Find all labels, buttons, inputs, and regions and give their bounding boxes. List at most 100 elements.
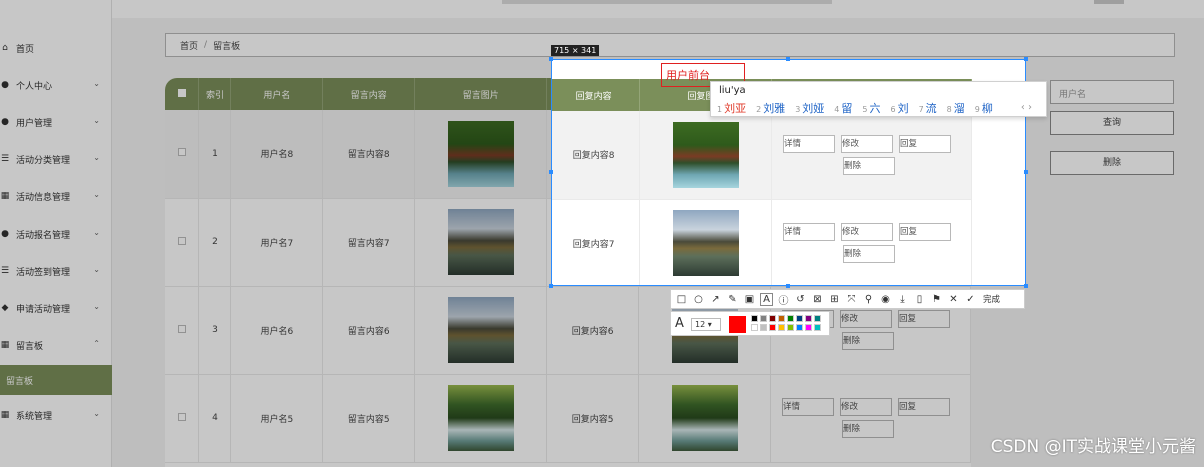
ime-candidate-number: 5 (862, 105, 868, 114)
ime-candidate-word: 留 (841, 102, 853, 115)
detail-button[interactable]: 详情 (783, 223, 835, 241)
record-icon[interactable]: ◉ (879, 294, 892, 305)
text-style-palette: A 12 ▾ (670, 311, 830, 336)
check-icon[interactable]: ✓ (964, 294, 977, 305)
mosaic-tool-icon[interactable]: ▣ (743, 294, 756, 305)
row-reply-image (639, 199, 772, 285)
long-screenshot-icon[interactable]: ⤧ (845, 294, 858, 305)
table-row: 2用户名7留言内容7回复内容7详情修改回复删除 (552, 199, 972, 285)
bookmark-icon[interactable]: ⚑ (930, 294, 943, 305)
row-reply: 回复内容8 (552, 111, 641, 200)
font-size-select[interactable]: 12 ▾ (691, 318, 721, 331)
color-swatch[interactable] (805, 324, 812, 331)
color-swatch[interactable] (778, 315, 785, 322)
resize-handle-nw[interactable] (549, 57, 553, 61)
font-icon: A (675, 316, 684, 331)
resize-handle-sw[interactable] (549, 284, 553, 288)
ime-candidate-word: 柳 (981, 102, 993, 115)
thumbnail-image (672, 121, 739, 188)
delete-button[interactable]: 删除 (843, 156, 895, 175)
current-color-swatch[interactable] (729, 316, 746, 333)
ime-candidate-word: 刘亚 (724, 102, 747, 115)
ime-candidate[interactable]: 5六 (862, 100, 880, 116)
ime-candidate[interactable]: 2 刘雅 (756, 100, 785, 116)
color-swatch[interactable] (760, 315, 767, 322)
ellipse-tool-icon[interactable]: ○ (692, 294, 705, 305)
ime-candidates: 1 刘亚 2 刘雅 3 刘娅 4 留 5 六 6 刘 7 流 8 溜 9 柳 (717, 100, 993, 116)
edit-button[interactable]: 修改 (841, 223, 893, 241)
color-swatch[interactable] (805, 315, 812, 322)
pin-icon[interactable]: ⚲ (862, 294, 875, 305)
arrow-tool-icon[interactable]: ↗ (709, 294, 722, 305)
capture-toolbar: □ ○ ↗ ✎ ▣ A ⓘ ↺ ⊠ ⊞ ⤧ ⚲ ◉ ⤓ ▯ ⚑ ✕ ✓ 完成 (670, 289, 1025, 309)
undo-icon[interactable]: ↺ (794, 294, 807, 305)
row-reply-image (639, 111, 772, 200)
font-size-value: 12 (695, 320, 706, 329)
ime-candidate[interactable]: 4留 (834, 100, 852, 116)
ime-candidate-word: 刘娅 (802, 102, 825, 115)
ime-candidate-word: 溜 (953, 102, 965, 115)
color-swatch[interactable] (751, 315, 758, 322)
close-icon[interactable]: ✕ (947, 294, 960, 305)
ime-candidate[interactable]: 9柳 (975, 100, 993, 116)
reply-button[interactable]: 回复 (899, 134, 951, 153)
resize-handle-ne[interactable] (1024, 57, 1028, 61)
done-button[interactable]: 完成 (983, 293, 1000, 305)
resize-handle-se[interactable] (1024, 284, 1028, 288)
ime-candidate-word: 流 (925, 102, 937, 115)
ime-candidate-number: 9 (974, 105, 980, 114)
edit-button[interactable]: 修改 (841, 134, 893, 153)
ime-candidate-number: 8 (946, 105, 952, 114)
ime-pinyin: liu'ya (719, 85, 746, 96)
color-swatch[interactable] (760, 324, 767, 331)
ime-candidate-number: 3 (795, 105, 801, 114)
ime-candidate[interactable]: 8溜 (947, 100, 965, 116)
translate-icon[interactable]: ⊞ (828, 294, 841, 305)
color-swatch[interactable] (796, 315, 803, 322)
ime-candidate-number: 2 (756, 105, 762, 114)
ime-page-arrows[interactable]: ‹ › (1021, 102, 1032, 113)
color-swatch[interactable] (751, 324, 758, 331)
ime-candidate-number: 4 (834, 105, 840, 114)
rectangle-tool-icon[interactable]: □ (675, 294, 688, 305)
ime-candidate[interactable]: 1 刘亚 (717, 100, 746, 116)
download-icon[interactable]: ⤓ (896, 294, 909, 305)
thumbnail-image (672, 210, 739, 276)
resize-handle-n[interactable] (786, 57, 790, 61)
resize-handle-e[interactable] (1024, 170, 1028, 174)
watermark: CSDN @IT实战课堂小元酱 (990, 437, 1196, 457)
ime-candidate-word: 刘雅 (763, 102, 786, 115)
resize-handle-w[interactable] (549, 170, 553, 174)
ime-candidate-number: 6 (890, 105, 896, 114)
color-swatch[interactable] (778, 324, 785, 331)
color-swatch[interactable] (814, 315, 821, 322)
ime-candidate-number: 1 (717, 105, 723, 114)
color-swatch[interactable] (814, 324, 821, 331)
ime-candidate-word: 六 (869, 102, 881, 115)
ime-candidate-window: liu'ya 1 刘亚 2 刘雅 3 刘娅 4 留 5 六 6 刘 7 流 8 溜 9 柳 ‹ › (710, 81, 1047, 117)
color-swatch[interactable] (787, 324, 794, 331)
ime-candidate-number: 7 (918, 105, 924, 114)
row-ops: 详情修改回复删除 (771, 199, 972, 285)
capture-size-label: 715 × 341 (551, 45, 600, 56)
text-tool-icon[interactable]: A (760, 292, 773, 306)
detail-button[interactable]: 详情 (783, 134, 835, 153)
ime-candidate[interactable]: 6刘 (890, 100, 908, 116)
row-reply: 回复内容7 (552, 199, 641, 285)
ime-candidate[interactable]: 3 刘娅 (795, 100, 824, 116)
table-row: 1用户名8留言内容8回复内容8详情修改回复删除 (552, 111, 972, 200)
number-tool-icon[interactable]: ⓘ (777, 292, 790, 307)
phone-icon[interactable]: ▯ (913, 294, 926, 305)
color-swatch[interactable] (769, 315, 776, 322)
delete-button[interactable]: 删除 (843, 245, 895, 263)
color-swatch[interactable] (796, 324, 803, 331)
ocr-icon[interactable]: ⊠ (811, 294, 824, 305)
resize-handle-s[interactable] (786, 284, 790, 288)
color-swatch[interactable] (787, 315, 794, 322)
color-swatch[interactable] (769, 324, 776, 331)
pen-tool-icon[interactable]: ✎ (726, 294, 739, 305)
reply-button[interactable]: 回复 (899, 223, 951, 241)
row-ops: 详情修改回复删除 (771, 111, 972, 200)
ime-candidate[interactable]: 7流 (919, 100, 937, 116)
sel-col-reply: 回复内容 (552, 79, 641, 111)
